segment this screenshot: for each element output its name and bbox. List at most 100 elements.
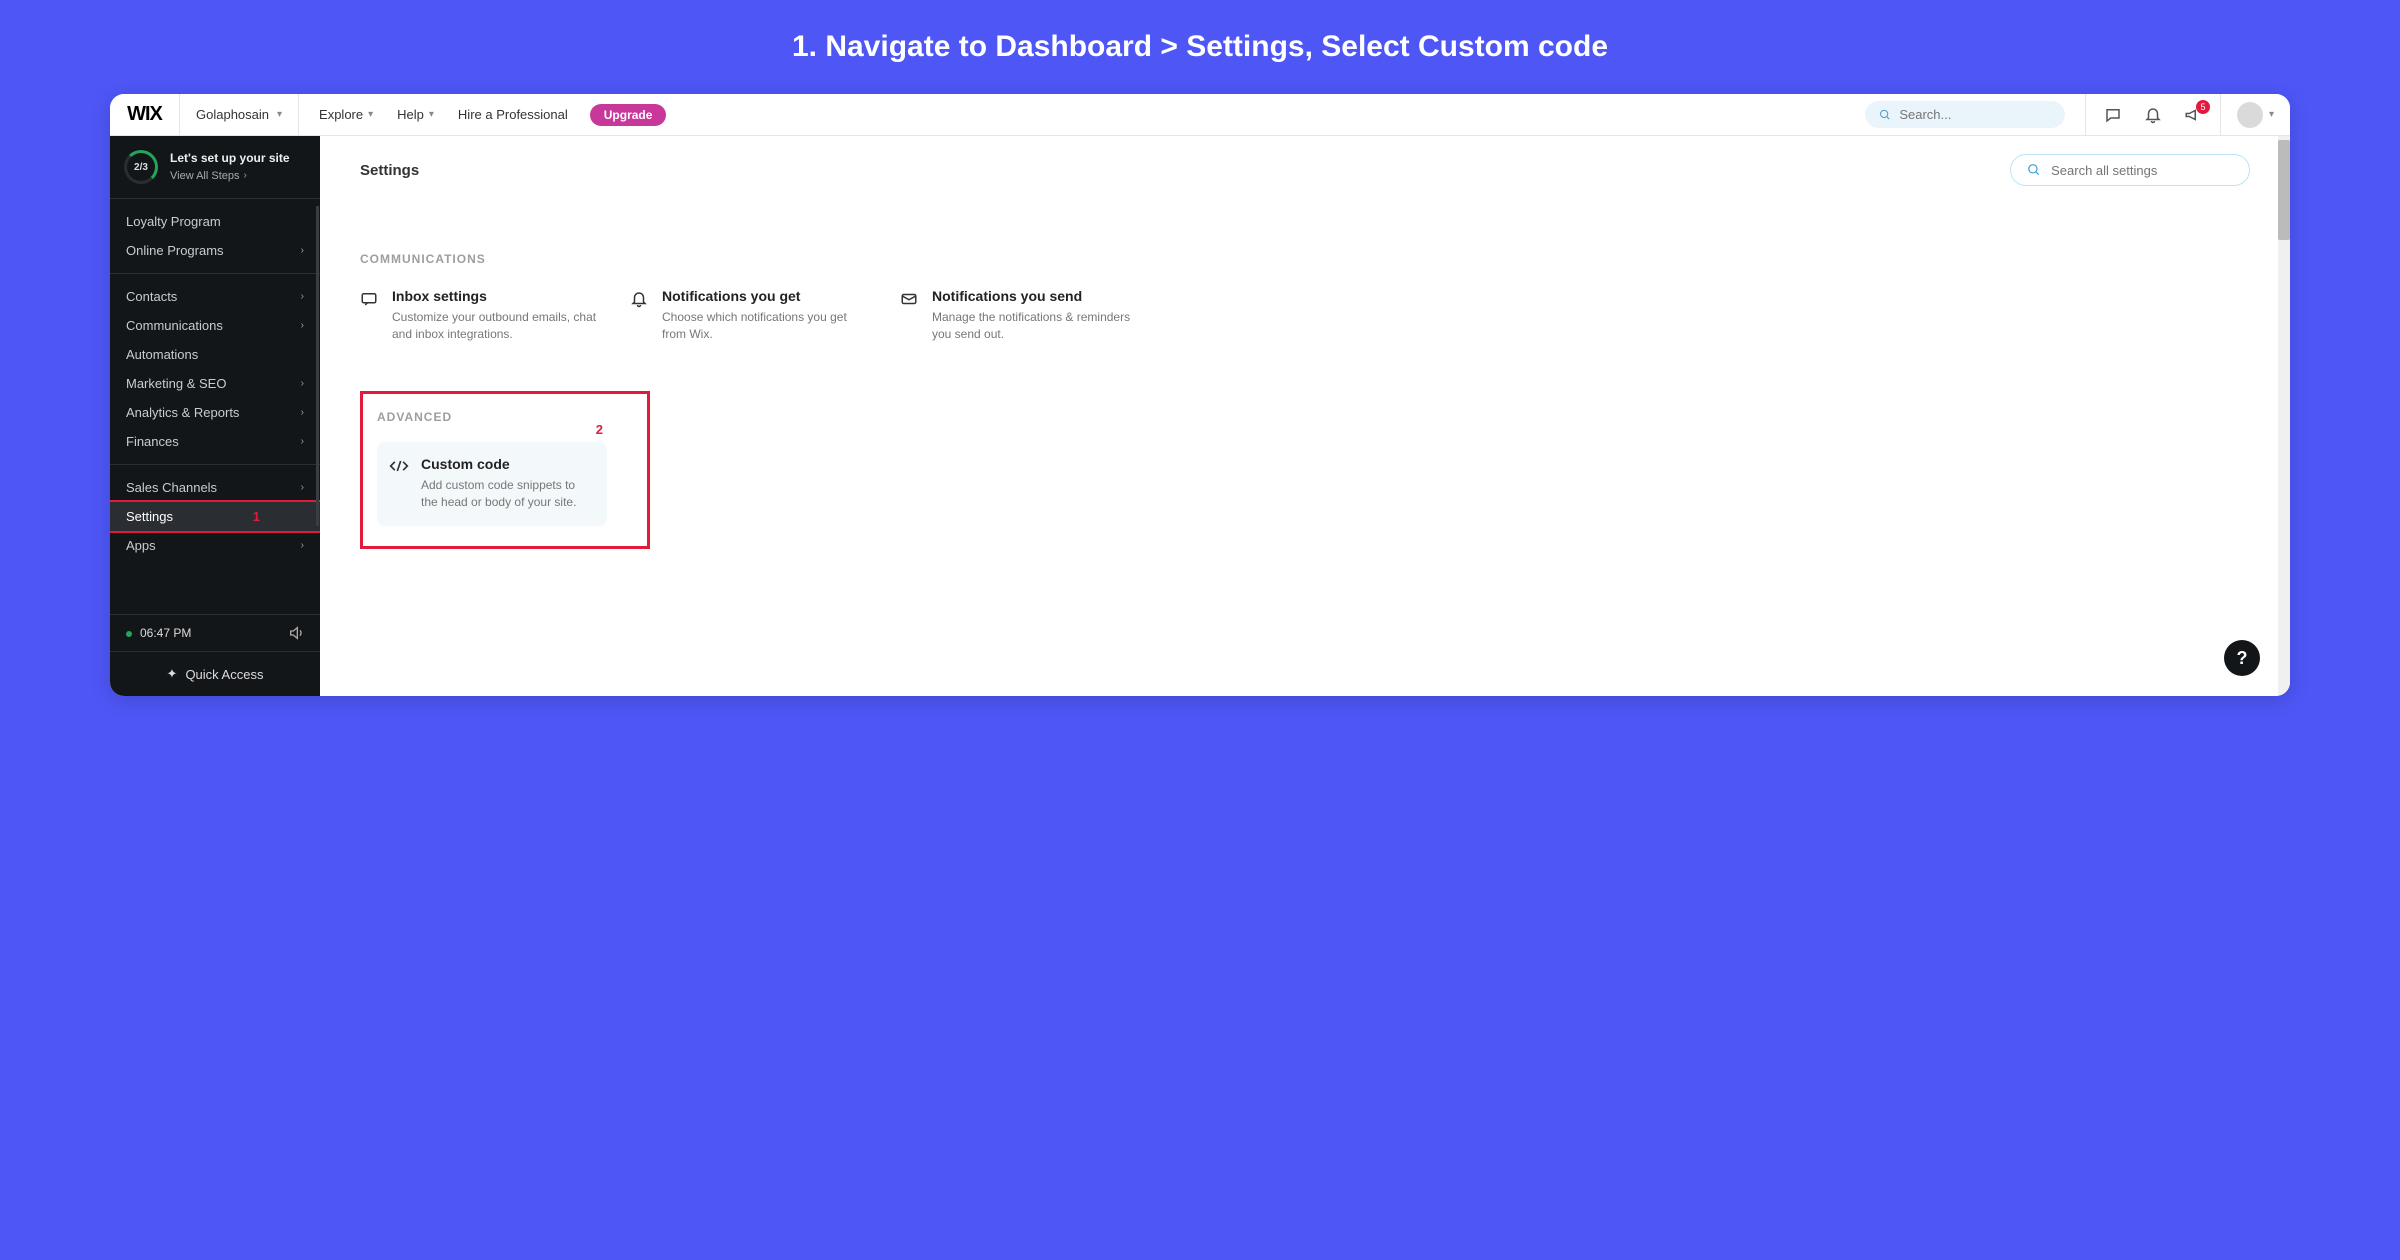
bell-icon[interactable] [2144, 106, 2162, 124]
chevron-right-icon: › [301, 407, 304, 418]
send-icon [900, 290, 918, 344]
chat-icon[interactable] [2104, 106, 2122, 124]
avatar-menu[interactable]: ▾ [2220, 94, 2290, 135]
setting-notifications-send[interactable]: Notifications you send Manage the notifi… [900, 284, 1140, 348]
setting-title: Notifications you send [932, 288, 1140, 304]
setting-title: Inbox settings [392, 288, 600, 304]
megaphone-icon[interactable]: 5 [2184, 106, 2202, 124]
chevron-down-icon: ▾ [277, 109, 282, 120]
time-label: 06:47 PM [126, 626, 191, 640]
sidebar-item-label: Automations [126, 347, 198, 362]
settings-search-input[interactable] [2051, 163, 2233, 178]
setting-custom-code[interactable]: Custom code Add custom code snippets to … [377, 442, 607, 526]
topbar-icons: 5 [2085, 94, 2220, 135]
content-header: Settings [320, 136, 2290, 202]
sidebar-item-label: Sales Channels [126, 480, 217, 495]
chevron-right-icon: › [301, 540, 304, 551]
account-dropdown[interactable]: Golaphosain ▾ [180, 94, 299, 135]
setting-desc: Choose which notifications you get from … [662, 309, 870, 344]
content-body: COMMUNICATIONS Inbox settings Customize … [320, 202, 2290, 599]
sidebar-item-marketing[interactable]: Marketing & SEO › [110, 369, 320, 398]
setting-notifications-get[interactable]: Notifications you get Choose which notif… [630, 284, 870, 348]
setup-link-label: View All Steps [170, 169, 240, 184]
sidebar-item-automations[interactable]: Automations [110, 340, 320, 369]
setup-box[interactable]: 2/3 Let's set up your site View All Step… [110, 136, 320, 199]
chevron-right-icon: › [301, 245, 304, 256]
sidebar-item-settings[interactable]: Settings 1 [110, 500, 322, 533]
help-fab[interactable]: ? [2224, 640, 2260, 676]
nav-hire-label: Hire a Professional [458, 107, 568, 122]
annotation-marker-1: 1 [253, 509, 260, 524]
nav-explore-label: Explore [319, 107, 363, 122]
account-name: Golaphosain [196, 107, 269, 122]
highlight-box-advanced: ADVANCED 2 Custom code Add custom co [360, 391, 650, 549]
content-area: Settings COMMUNICATIONS [320, 136, 2290, 696]
sidebar-item-analytics[interactable]: Analytics & Reports › [110, 398, 320, 427]
sidebar-item-communications[interactable]: Communications › [110, 311, 320, 340]
app-window: WIX Golaphosain ▾ Explore ▾ Help ▾ Hire … [110, 94, 2290, 696]
section-communications: COMMUNICATIONS Inbox settings Customize … [360, 202, 2250, 368]
sidebar-item-label: Online Programs [126, 243, 224, 258]
chevron-down-icon: ▾ [429, 109, 434, 120]
sidebar: 2/3 Let's set up your site View All Step… [110, 136, 320, 696]
setting-desc: Manage the notifications & reminders you… [932, 309, 1140, 344]
sidebar-scrollbar[interactable] [316, 206, 319, 526]
setup-title: Let's set up your site [170, 150, 290, 166]
sidebar-item-sales-channels[interactable]: Sales Channels › [110, 473, 320, 502]
sidebar-item-contacts[interactable]: Contacts› [110, 282, 320, 311]
section-label: ADVANCED [377, 410, 633, 424]
sidebar-item-label: Marketing & SEO [126, 376, 226, 391]
sidebar-item-label: Loyalty Program [126, 214, 221, 229]
search-icon [2027, 162, 2041, 178]
nav-links: Explore ▾ Help ▾ Hire a Professional Upg… [299, 101, 676, 128]
sparkle-icon: ✦ [167, 666, 178, 682]
section-advanced: ADVANCED 2 Custom code Add custom co [360, 368, 2250, 569]
settings-search[interactable] [2010, 154, 2250, 186]
nav-help-label: Help [397, 107, 424, 122]
code-icon [389, 458, 407, 512]
chevron-right-icon: › [301, 436, 304, 447]
chevron-down-icon: ▾ [368, 109, 373, 120]
time-text: 06:47 PM [140, 626, 191, 640]
sidebar-group: Loyalty Program Online Programs › [110, 199, 320, 273]
sidebar-item-finances[interactable]: Finances › [110, 427, 320, 456]
content-scrollbar-thumb[interactable] [2278, 140, 2290, 240]
global-search[interactable] [1865, 101, 2065, 128]
chevron-right-icon: › [301, 320, 304, 331]
upgrade-button[interactable]: Upgrade [590, 104, 667, 126]
chevron-right-icon: › [244, 169, 247, 183]
search-icon [1879, 108, 1891, 122]
sidebar-item-label: Analytics & Reports [126, 405, 239, 420]
nav-explore[interactable]: Explore ▾ [309, 101, 383, 128]
sidebar-item-apps[interactable]: Apps › [110, 531, 320, 560]
bell-icon [630, 290, 648, 344]
sidebar-item-label: Apps [126, 538, 156, 553]
quick-access[interactable]: ✦ Quick Access [110, 651, 320, 696]
chevron-right-icon: › [301, 378, 304, 389]
sidebar-item-label: Communications [126, 318, 223, 333]
annotation-marker-2: 2 [596, 422, 603, 437]
chevron-right-icon: › [301, 482, 304, 493]
sidebar-item-loyalty[interactable]: Loyalty Program [110, 207, 320, 236]
content-scrollbar-track[interactable] [2278, 136, 2290, 696]
sound-icon[interactable] [288, 625, 304, 641]
chevron-down-icon: ▾ [2269, 109, 2274, 120]
nav-help[interactable]: Help ▾ [387, 101, 444, 128]
sidebar-footer: 06:47 PM ✦ Quick Access [110, 614, 320, 696]
sidebar-group: Sales Channels › Settings 1 Apps › [110, 464, 320, 568]
global-search-input[interactable] [1899, 107, 2051, 122]
sidebar-item-label: Finances [126, 434, 179, 449]
setting-title: Custom code [421, 456, 595, 472]
setting-desc: Customize your outbound emails, chat and… [392, 309, 600, 344]
main-layout: 2/3 Let's set up your site View All Step… [110, 136, 2290, 696]
page-title: Settings [360, 162, 419, 179]
nav-hire[interactable]: Hire a Professional [448, 101, 578, 128]
wix-logo[interactable]: WIX [110, 94, 180, 135]
chat-icon [360, 290, 378, 344]
setup-link[interactable]: View All Steps › [170, 169, 290, 184]
sidebar-item-online-programs[interactable]: Online Programs › [110, 236, 320, 265]
setting-inbox[interactable]: Inbox settings Customize your outbound e… [360, 284, 600, 348]
sidebar-item-label: Contacts [126, 289, 177, 304]
notification-badge: 5 [2196, 100, 2210, 114]
section-label: COMMUNICATIONS [360, 252, 2250, 266]
